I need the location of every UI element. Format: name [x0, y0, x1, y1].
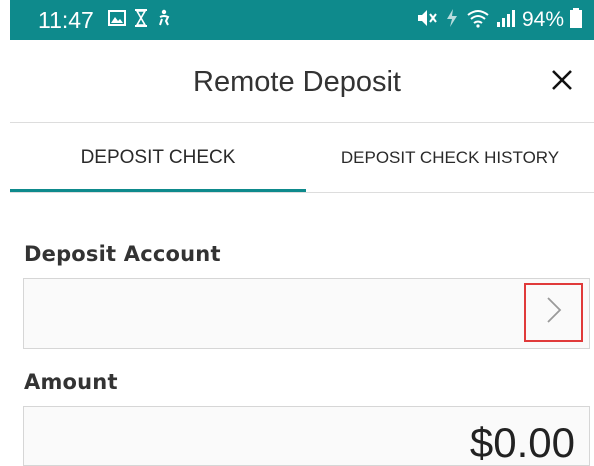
battery-percent: 94% [521, 8, 564, 31]
deposit-account-select[interactable] [23, 278, 590, 349]
status-time: 11:47 [38, 7, 94, 33]
accessibility-icon [156, 9, 172, 32]
mute-icon [416, 8, 438, 33]
tab-bar: DEPOSIT CHECK DEPOSIT CHECK HISTORY [10, 123, 594, 193]
status-bar: 11:47 94% [10, 0, 594, 40]
wifi-icon [466, 8, 490, 33]
tab-label: DEPOSIT CHECK [80, 147, 236, 168]
tab-deposit-check-history[interactable]: DEPOSIT CHECK HISTORY [306, 123, 594, 193]
page-title: Remote Deposit [193, 66, 401, 98]
deposit-account-label: Deposit Account [24, 242, 221, 266]
close-icon [551, 69, 573, 96]
data-icon [444, 8, 460, 33]
close-button[interactable] [544, 64, 580, 100]
chevron-right-icon [546, 296, 562, 329]
amount-input[interactable]: $0.00 [23, 406, 590, 466]
amount-value: $0.00 [469, 419, 575, 466]
tab-deposit-check[interactable]: DEPOSIT CHECK [10, 123, 306, 193]
hourglass-icon [134, 8, 148, 32]
amount-label: Amount [24, 370, 118, 394]
battery-icon [570, 7, 582, 33]
status-left-icons [108, 8, 172, 32]
tabs-divider [10, 192, 594, 193]
image-icon [108, 9, 126, 31]
tab-label: DEPOSIT CHECK HISTORY [340, 148, 560, 167]
signal-icon [496, 8, 516, 33]
status-right: 94% [416, 4, 582, 36]
app-header: Remote Deposit [0, 40, 594, 122]
deposit-account-chevron-button[interactable] [524, 283, 583, 342]
